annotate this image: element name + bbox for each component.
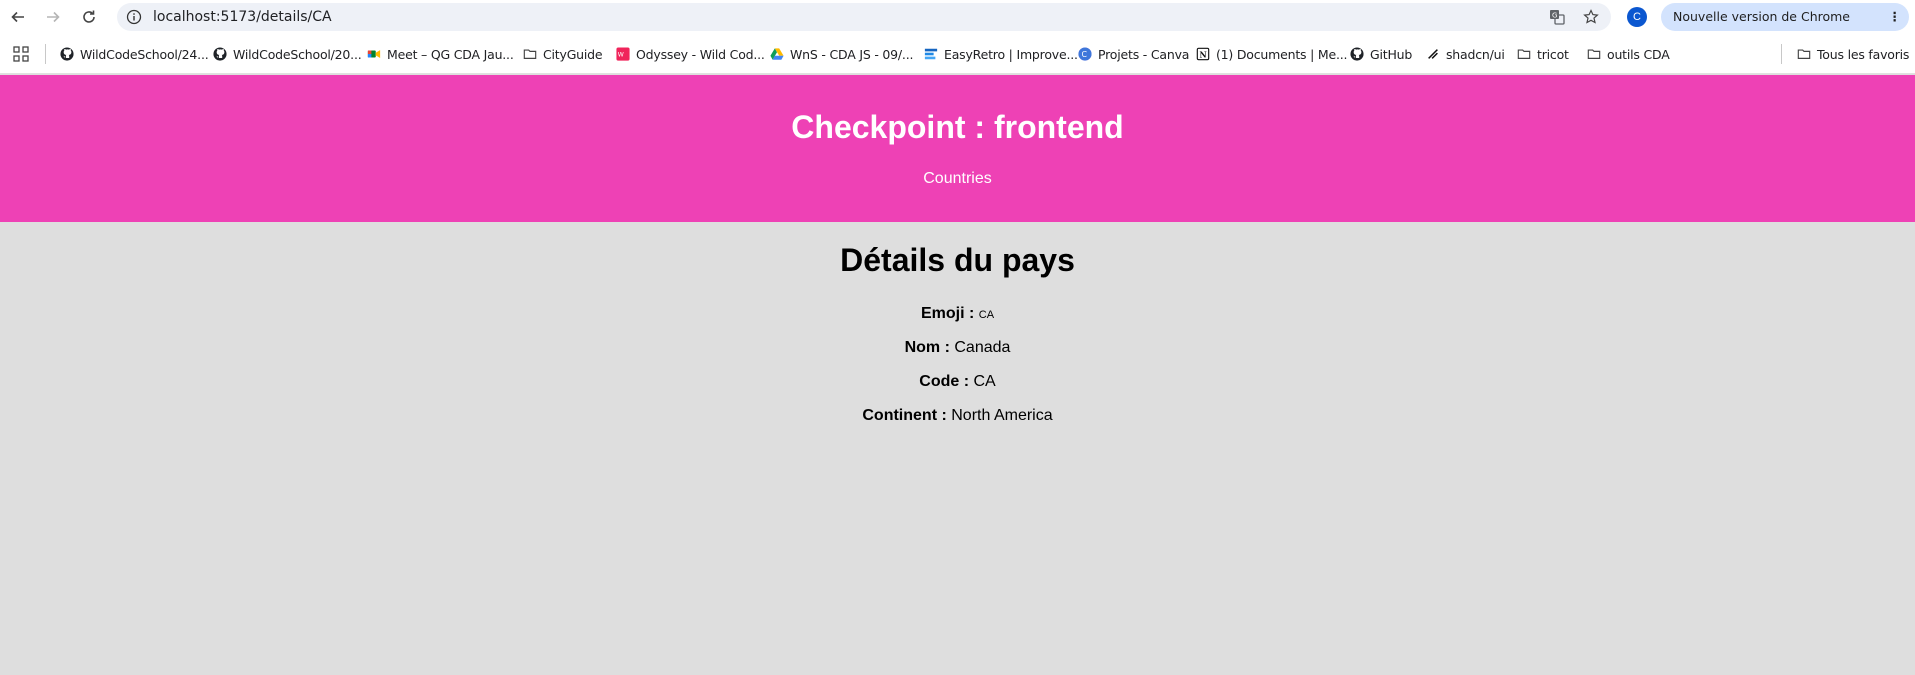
bookmark-item[interactable]: CityGuide: [523, 34, 603, 74]
more-menu-icon[interactable]: ⋮: [1889, 3, 1902, 31]
bookmarks-bar: WildCodeSchool/24... WildCodeSchool/20..…: [0, 34, 1915, 74]
github-icon: [1350, 47, 1364, 61]
svg-text:G: G: [1552, 12, 1557, 20]
forward-button[interactable]: [40, 4, 66, 30]
site-header: Checkpoint : frontend Countries: [0, 75, 1915, 222]
folder-icon: [1587, 47, 1601, 61]
canva-icon: C: [1078, 47, 1092, 61]
bookmark-label: outils CDA: [1607, 46, 1670, 62]
odyssey-icon: W: [616, 47, 630, 61]
bookmark-item[interactable]: WnS - CDA JS - 09/...: [770, 34, 913, 74]
bookmark-item[interactable]: WildCodeSchool/20...: [213, 34, 362, 74]
bookmark-label: GitHub: [1370, 46, 1413, 62]
google-meet-icon: [367, 47, 381, 61]
bookmark-label: tricot: [1537, 46, 1569, 62]
address-bar[interactable]: localhost:5173/details/CA G: [117, 3, 1611, 31]
detail-value: Canada: [954, 339, 1011, 356]
folder-icon: [523, 47, 537, 61]
bookmark-label: (1) Documents | Me...: [1216, 46, 1348, 62]
folder-icon: [1797, 47, 1811, 61]
shadcn-icon: [1426, 47, 1440, 61]
detail-label: Emoji :: [920, 305, 975, 322]
arrow-right-icon: [47, 11, 60, 23]
detail-value: North America: [951, 407, 1053, 424]
bookmarks-separator: [1781, 44, 1782, 64]
url-text[interactable]: localhost:5173/details/CA: [153, 3, 332, 31]
bookmark-label: Meet – QG CDA Jau...: [387, 46, 514, 62]
detail-label: Nom :: [904, 339, 950, 356]
profile-avatar[interactable]: C: [1627, 7, 1647, 27]
bookmark-label: shadcn/ui: [1446, 46, 1505, 62]
bookmark-item[interactable]: Meet – QG CDA Jau...: [367, 34, 514, 74]
translate-icon[interactable]: G: [1549, 9, 1565, 25]
bookmark-label: WildCodeSchool/20...: [233, 46, 362, 62]
arrow-left-icon: [11, 11, 24, 23]
bookmark-item[interactable]: outils CDA: [1587, 34, 1670, 74]
bookmark-item[interactable]: N (1) Documents | Me...: [1196, 34, 1348, 74]
detail-name: Nom : Canada: [0, 331, 1915, 365]
bookmark-item[interactable]: shadcn/ui: [1426, 34, 1505, 74]
bookmark-item[interactable]: WildCodeSchool/24...: [60, 34, 209, 74]
detail-value: CA: [973, 373, 996, 390]
bookmark-item[interactable]: C Projets - Canva: [1078, 34, 1189, 74]
reload-icon: [83, 10, 95, 23]
bookmarks-separator: [45, 44, 46, 64]
bookmark-item[interactable]: EasyRetro | Improve...: [924, 34, 1078, 74]
site-title: Checkpoint : frontend: [791, 109, 1124, 145]
detail-continent: Continent : North America: [0, 399, 1915, 433]
detail-code: Code : CA: [0, 365, 1915, 399]
country-details: Détails du pays Emoji : CA Nom : Canada …: [0, 222, 1915, 675]
bookmark-item[interactable]: GitHub: [1350, 34, 1412, 74]
all-bookmarks-button[interactable]: Tous les favoris: [1797, 34, 1909, 74]
countries-link[interactable]: Countries: [0, 170, 1915, 188]
detail-value: CA: [978, 309, 995, 321]
notion-icon: N: [1196, 47, 1210, 61]
reload-button[interactable]: [76, 4, 102, 30]
bookmark-item[interactable]: W Odyssey - Wild Cod...: [616, 34, 765, 74]
svg-text:C: C: [1082, 50, 1088, 59]
svg-text:W: W: [618, 52, 624, 59]
detail-emoji: Emoji : CA: [0, 297, 1915, 331]
google-drive-icon: [770, 47, 784, 61]
chrome-update-button[interactable]: Nouvelle version de Chrome disponible ⋮: [1661, 3, 1909, 52]
bookmark-label: Odyssey - Wild Cod...: [636, 46, 765, 62]
bookmark-item[interactable]: tricot: [1517, 34, 1569, 74]
back-button[interactable]: [5, 4, 31, 30]
bookmark-label: WnS - CDA JS - 09/...: [790, 46, 914, 62]
bookmark-label: EasyRetro | Improve...: [944, 46, 1078, 62]
bookmark-label: Projets - Canva: [1098, 46, 1190, 62]
bookmark-label: WildCodeSchool/24...: [80, 46, 209, 62]
bookmark-label: CityGuide: [543, 46, 603, 62]
page-heading: Détails du pays: [840, 242, 1075, 278]
github-icon: [60, 47, 74, 61]
star-icon[interactable]: [1583, 9, 1599, 25]
all-bookmarks-label: Tous les favoris: [1817, 46, 1910, 62]
easyretro-icon: [924, 47, 938, 61]
apps-grid-icon[interactable]: [13, 46, 29, 62]
detail-label: Code :: [919, 373, 970, 390]
browser-toolbar: localhost:5173/details/CA G C Nouvelle v…: [0, 0, 1915, 52]
svg-text:N: N: [1200, 51, 1207, 60]
detail-label: Continent :: [862, 407, 947, 424]
site-info-icon[interactable]: [126, 9, 142, 25]
github-icon: [213, 47, 227, 61]
folder-icon: [1517, 47, 1531, 61]
